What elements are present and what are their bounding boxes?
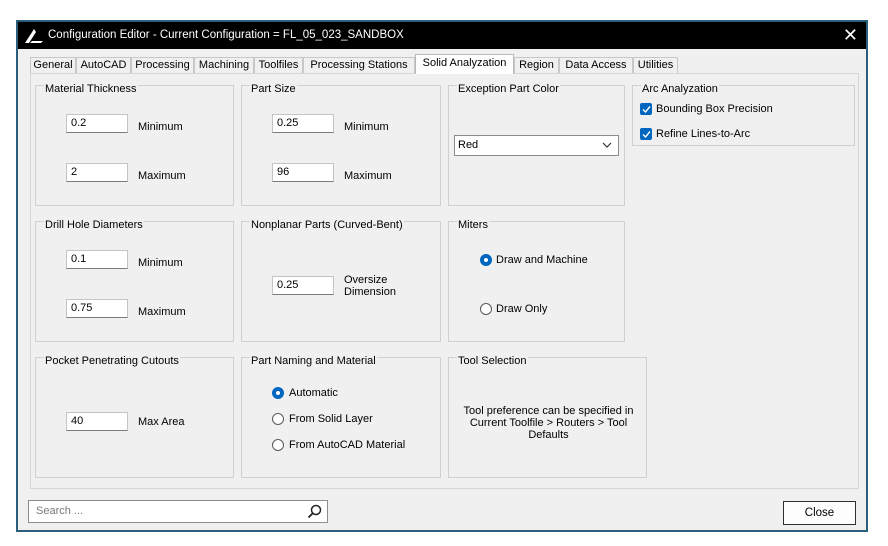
- material-thickness-group: Material Thickness 0.2 Minimum 2 Maximum: [35, 83, 234, 206]
- group-title: Miters: [457, 219, 489, 231]
- thickness-max-input[interactable]: 2: [66, 163, 128, 182]
- part-size-min-input[interactable]: 0.25: [272, 114, 334, 133]
- drill-min-input[interactable]: 0.1: [66, 250, 128, 269]
- bounding-box-checkbox[interactable]: [640, 103, 652, 115]
- exception-part-color-group: Exception Part Color Red: [448, 83, 625, 206]
- tab-solid-analyzation[interactable]: Solid Analyzation: [415, 54, 514, 74]
- tab-processing[interactable]: Processing: [131, 57, 194, 73]
- tab-autocad[interactable]: AutoCAD: [76, 57, 131, 73]
- solid-analyzation-page: Material Thickness 0.2 Minimum 2 Maximum…: [30, 73, 859, 489]
- max-area-input[interactable]: 40: [66, 412, 128, 431]
- drill-max-label: Maximum: [138, 306, 186, 318]
- tab-general[interactable]: General: [30, 57, 76, 73]
- dimension-label: Dimension: [344, 286, 396, 298]
- from-autocad-material-radio[interactable]: [272, 439, 284, 451]
- tab-data-access[interactable]: Data Access: [559, 57, 633, 73]
- draw-and-machine-radio[interactable]: [480, 254, 492, 266]
- exception-color-value: Red: [458, 139, 479, 151]
- close-button[interactable]: Close: [783, 501, 856, 525]
- drill-hole-group: Drill Hole Diameters 0.1 Minimum 0.75 Ma…: [35, 219, 234, 342]
- nonplanar-parts-group: Nonplanar Parts (Curved-Bent) 0.25 Overs…: [241, 219, 441, 342]
- chevron-down-icon: [602, 142, 612, 148]
- thickness-min-input[interactable]: 0.2: [66, 114, 128, 133]
- arc-analyzation-group: Arc Analyzation Bounding Box Precision R…: [632, 83, 855, 146]
- tab-utilities[interactable]: Utilities: [633, 57, 678, 73]
- tab-processing-stations[interactable]: Processing Stations: [303, 57, 415, 73]
- oversize-dimension-input[interactable]: 0.25: [272, 276, 334, 295]
- oversize-label: Oversize: [344, 274, 388, 286]
- tab-region[interactable]: Region: [514, 57, 559, 73]
- tool-selection-line1: Tool preference can be specified in: [463, 405, 634, 417]
- group-title: Part Size: [250, 83, 297, 95]
- app-logo-icon: [25, 29, 43, 43]
- part-size-max-input[interactable]: 96: [272, 163, 334, 182]
- thickness-max-label: Maximum: [138, 170, 186, 182]
- group-title: Pocket Penetrating Cutouts: [44, 355, 180, 367]
- checkmark-icon: [642, 106, 651, 114]
- tool-selection-line3: Defaults: [528, 429, 569, 441]
- refine-lines-label: Refine Lines-to-Arc: [656, 128, 751, 140]
- configuration-editor-window: Configuration Editor - Current Configura…: [16, 20, 868, 532]
- automatic-label: Automatic: [289, 387, 338, 399]
- tab-toolfiles[interactable]: Toolfiles: [254, 57, 303, 73]
- part-size-min-label: Minimum: [344, 121, 389, 133]
- thickness-min-label: Minimum: [138, 121, 183, 133]
- group-title: Arc Analyzation: [641, 83, 719, 95]
- title-bar[interactable]: Configuration Editor - Current Configura…: [18, 22, 866, 49]
- part-size-max-label: Maximum: [344, 170, 392, 182]
- tool-selection-line2: Current Toolfile > Routers > Tool: [469, 417, 628, 429]
- drill-min-label: Minimum: [138, 257, 183, 269]
- group-title: Material Thickness: [44, 83, 138, 95]
- part-size-group: Part Size 0.25 Minimum 96 Maximum: [241, 83, 441, 206]
- tool-selection-group: Tool Selection Tool preference can be sp…: [448, 355, 647, 478]
- from-solid-layer-radio[interactable]: [272, 413, 284, 425]
- exception-color-select[interactable]: Red: [454, 135, 619, 156]
- pocket-cutouts-group: Pocket Penetrating Cutouts 40 Max Area: [35, 355, 234, 478]
- automatic-radio[interactable]: [272, 387, 284, 399]
- draw-only-label: Draw Only: [496, 303, 548, 315]
- search-input[interactable]: [34, 504, 298, 518]
- search-icon[interactable]: [307, 504, 322, 519]
- search-box[interactable]: [28, 500, 328, 523]
- group-title: Part Naming and Material: [250, 355, 377, 367]
- miters-group: Miters Draw and Machine Draw Only: [448, 219, 625, 342]
- checkmark-icon: [642, 131, 651, 139]
- bounding-box-label: Bounding Box Precision: [656, 103, 773, 115]
- refine-lines-checkbox[interactable]: [640, 128, 652, 140]
- part-naming-group: Part Naming and Material Automatic From …: [241, 355, 441, 478]
- from-autocad-material-label: From AutoCAD Material: [289, 439, 406, 451]
- group-title: Tool Selection: [457, 355, 528, 367]
- group-title: Nonplanar Parts (Curved-Bent): [250, 219, 404, 231]
- drill-max-input[interactable]: 0.75: [66, 299, 128, 318]
- draw-only-radio[interactable]: [480, 303, 492, 315]
- draw-and-machine-label: Draw and Machine: [496, 254, 588, 266]
- max-area-label: Max Area: [138, 416, 185, 428]
- from-solid-layer-label: From Solid Layer: [289, 413, 373, 425]
- tab-machining[interactable]: Machining: [194, 57, 254, 73]
- group-title: Exception Part Color: [457, 83, 560, 95]
- close-window-icon[interactable]: ✕: [843, 25, 858, 45]
- group-title: Drill Hole Diameters: [44, 219, 144, 231]
- window-title: Configuration Editor - Current Configura…: [48, 29, 404, 41]
